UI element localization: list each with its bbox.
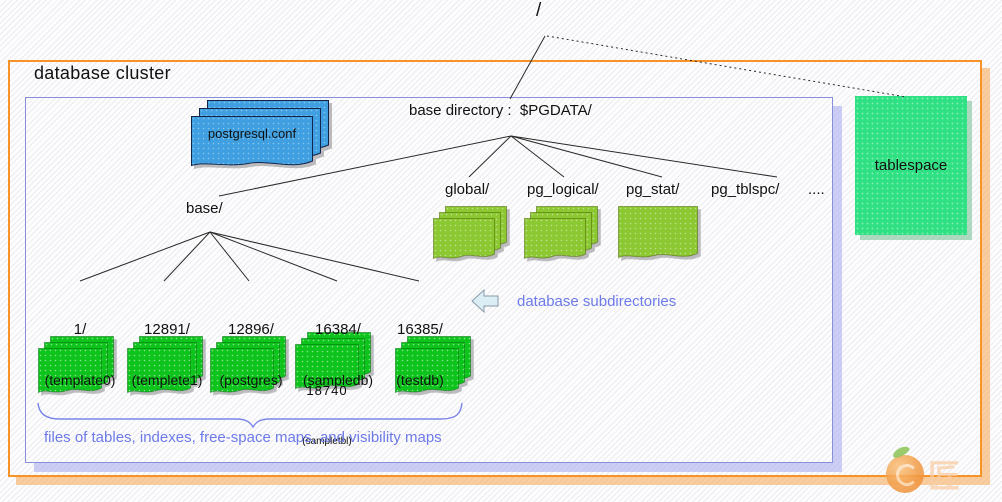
dir-label-pg-tblspc: pg_tblspc/ [711,181,779,198]
subdir-column: 12896/ (postgres) [201,286,301,423]
subdir-name: (testdb) [370,372,470,388]
dir-label-pg-logical: pg_logical/ [527,181,599,198]
subdir-column: 1/ (template0) [30,286,130,423]
subdir-oid: 1/ [30,321,130,338]
base-directory-label: base directory : $PGDATA/ [409,102,592,119]
global-dir-stack-icon [433,206,509,264]
subdir-oid: 16385/ [370,321,470,338]
watermark-text: 匠果 [928,451,996,502]
pg-stat-dir-doc-icon [618,206,702,264]
cluster-title: database cluster [34,63,171,84]
note-database-subdirectories: database subdirectories [517,293,676,310]
dir-label-base: base/ [186,200,223,217]
postgres-cluster-diagram: tablespace postgresql.conf [0,0,1002,502]
ellipsis-label: .... [808,181,825,198]
subdir-name: (postgres) [201,372,301,388]
tangerine-ring-icon [896,464,918,486]
dir-label-pg-stat: pg_stat/ [626,181,679,198]
note-files-of-tables: files of tables, indexes, free-space map… [44,429,442,446]
pg-logical-dir-stack-icon [524,206,600,264]
root-label: / [536,0,541,22]
watermark: 匠果 [876,445,996,499]
config-file-label: postgresql.conf [191,127,313,142]
subdir-oid: 12896/ [201,321,301,338]
left-arrow-icon [470,286,500,316]
subdir-name: (template0) [30,372,130,388]
dir-label-global: global/ [445,181,489,198]
subdir-column: 16385/ (testdb) [370,286,470,423]
tangerine-icon [886,455,924,493]
tablespace-label: tablespace [875,157,948,174]
tablespace-box: tablespace [855,96,967,235]
